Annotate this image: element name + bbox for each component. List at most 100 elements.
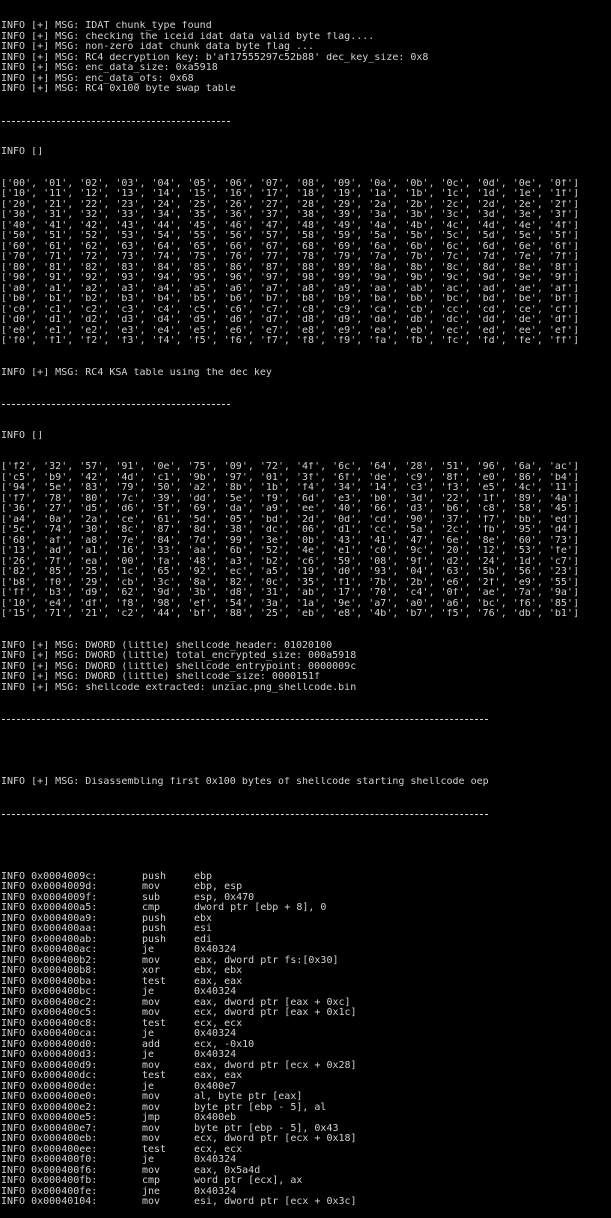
instruction-operands: 0x40324 [194,1049,237,1060]
log-line: INFO [+] MSG: DWORD (little) total_encry… [1,651,357,661]
rc4-swap-table: ['00', '01', '02', '03', '04', '05', '06… [1,179,611,347]
table-row: ['10', 'e4', 'df', 'f8', '98', 'ef', '54… [1,598,579,609]
instruction-address: INFO 0x000400b2: [1,954,98,966]
instruction-address: INFO 0x000400ba: [1,975,98,987]
instruction-mnemonic: je [142,1049,155,1060]
instruction-mnemonic: jmp [142,1112,161,1123]
instruction-mnemonic: push [142,912,167,924]
instruction-address: INFO 0x000400fb: [1,1175,98,1186]
instruction-address: INFO 0x000400e5: [1,1112,98,1123]
instruction-address: INFO 0x000400a9: [1,912,98,924]
instruction-mnemonic: je [142,1028,155,1039]
table-row: ['94', '5e', '83', '79', '50', 'a2', '8b… [1,483,579,493]
instruction-operands: word ptr [ecx], ax [194,1175,303,1186]
disassembly-row: INFO 0x0004009c: push ebp [1,870,611,883]
instruction-mnemonic: mov [142,881,161,892]
log-line: INFO [+] MSG: IDAT chunk_type found [1,21,212,31]
table-row: ['36', '27', 'd5', 'd6', '5f', '69', 'da… [1,504,579,514]
table-row: ['5c', '74', '30', '8c', '87', '8d', '38… [1,525,579,535]
disassembly-row: INFO 0x000400b8: xor ebx, ebx [1,965,611,977]
ksa-message: INFO [+] MSG: RC4 KSA table using the de… [1,367,272,378]
disassembly-row: INFO 0x000400d0: add ecx, -0x10 [1,1038,611,1051]
instruction-operands: edi [194,933,213,945]
table-row: ['68', 'af', 'a8', '7e', '84', '7d', '99… [1,535,579,546]
instruction-address: INFO 0x000400bc: [1,986,98,997]
instruction-address: INFO 0x000400c8: [1,1017,98,1029]
log-header-section: INFO [+] MSG: IDAT chunk_type found INFO … [1,21,611,95]
instruction-address: INFO 0x000400d3: [1,1049,98,1060]
table-row: ['80', '81', '82', '83', '84', '85', '86… [1,262,579,273]
disassembly-row: INFO 0x00040104: mov esi, dword ptr [ecx +… [1,1196,611,1208]
separator-line [1,809,611,820]
table-row: ['90', '91', '92', '93', '94', '95', '96… [1,273,579,283]
instruction-address: INFO 0x000400eb: [1,1133,98,1144]
table-row: ['30', '31', '32', '33', '34', '35', '36… [1,210,579,220]
instruction-mnemonic: mov [142,1101,161,1113]
instruction-operands: dword ptr [ebp + 8], 0 [194,902,327,913]
instruction-operands: eax, eax [194,1070,243,1081]
instruction-mnemonic: test [142,1143,167,1155]
table-row: ['10', '11', '12', '13', '14', '15', '16… [1,189,579,199]
table-row: ['b0', 'b1', 'b2', 'b3', 'b4', 'b5', 'b6… [1,294,579,304]
instruction-address: INFO 0x000400c2: [1,996,98,1008]
instruction-operands: ecx, dword ptr [ecx + 0x18] [194,1133,357,1144]
instruction-address: INFO 0x000400d0: [1,1038,98,1050]
table-row: ['15', '71', '21', 'c2', '44', 'bf', '88… [1,609,579,619]
instruction-operands: byte ptr [ebp - 5], 0x43 [194,1122,339,1134]
disassembly-row: INFO 0x000400f6: mov eax, 0x5a4d [1,1164,611,1177]
instruction-operands: eax, dword ptr [eax + 0xc] [194,996,351,1008]
instruction-address: INFO 0x000400e2: [1,1101,98,1113]
disassembly-row: INFO 0x000400bc: je 0x40324 [1,986,611,998]
disassembly-row: INFO 0x000400fe: jne 0x40324 [1,1185,611,1198]
disassembly-row: INFO 0x000400e0: mov al, byte ptr [eax] [1,1091,611,1103]
disassembly-row: INFO 0x000400c8: test ecx, ecx [1,1017,611,1030]
disassembly-row: INFO 0x000400ba: test eax, eax [1,975,611,988]
instruction-address: INFO 0x0004009c: [1,870,98,882]
instruction-operands: ecx, dword ptr [eax + 0x1c] [194,1007,357,1018]
instruction-mnemonic: add [142,1038,161,1050]
dword-log-section: INFO [+] MSG: DWORD (little) shellcode_h… [1,641,611,694]
instruction-mnemonic: mov [142,996,161,1008]
instruction-operands: eax, dword ptr [ecx + 0x28] [194,1059,357,1071]
instruction-mnemonic: mov [142,1133,161,1144]
disassembly-row: INFO 0x000400e2: mov byte ptr [ebp - 5], a… [1,1101,611,1114]
table-row: ['f0', 'f1', 'f2', 'f3', 'f4', 'f5', 'f6… [1,336,579,346]
instruction-address: INFO 0x000400b8: [1,965,98,976]
instruction-mnemonic: mov [142,1007,161,1018]
instruction-address: INFO 0x000400dc: [1,1070,98,1081]
disassembly-row: INFO 0x000400f0: je 0x40324 [1,1154,611,1166]
table-row: ['82', '85', '25', '1c', '65', '92', 'ec… [1,567,579,577]
disassembly-row: INFO 0x000400ab: push edi [1,933,611,946]
instruction-mnemonic: mov [142,954,161,966]
instruction-operands: 0x40324 [194,1185,237,1197]
instruction-mnemonic: mov [142,1122,161,1134]
instruction-mnemonic: mov [142,1164,161,1176]
terminal-output: INFO [+] MSG: IDAT chunk_type found INFO … [0,0,611,1218]
table-row: ['70', '71', '72', '73', '74', '75', '76… [1,252,579,262]
instruction-address: INFO 0x000400aa: [1,923,98,934]
table-row: ['60', '61', '62', '63', '64', '65', '66… [1,241,579,252]
instruction-address: INFO 0x000400ab: [1,933,98,945]
table-row: ['a0', 'a1', 'a2', 'a3', 'a4', 'a5', 'a6… [1,283,579,294]
instruction-address: INFO 0x0004009f: [1,891,98,903]
instruction-mnemonic: jne [142,1185,161,1197]
table-row: ['d0', 'd1', 'd2', 'd3', 'd4', 'd5', 'd6… [1,315,579,325]
table-row: ['a4', '0a', '2a', 'ce', '61', '5d', '05… [1,514,579,525]
rc4-ksa-table: ['f2', '32', '57', '91', '0e', '75', '09… [1,462,611,620]
disassembly-row: INFO 0x000400e7: mov byte ptr [ebp - 5], 0… [1,1122,611,1135]
log-line: INFO [+] MSG: enc_data_ofs: 0x68 [1,73,194,84]
instruction-address: INFO 0x000400ac: [1,944,98,955]
instruction-mnemonic: je [142,1154,155,1165]
instruction-address: INFO 0x000400f6: [1,1164,98,1176]
disassembly-row: INFO 0x000400a5: cmp dword ptr [ebp + 8], … [1,902,611,914]
disassembly-row: INFO 0x000400d9: mov eax, dword ptr [ecx +… [1,1059,611,1072]
instruction-operands: esi, dword ptr [ecx + 0x3c] [194,1196,357,1207]
table-row: ['e0', 'e1', 'e2', 'e3', 'e4', 'e5', 'e6… [1,325,579,336]
instruction-mnemonic: sub [142,891,161,903]
instruction-operands: ebx, ebx [194,965,243,976]
disassembly-row: INFO 0x0004009f: sub esp, 0x470 [1,891,611,904]
instruction-operands: ebp [194,870,213,882]
disassembly-row: INFO 0x000400c5: mov ecx, dword ptr [eax +… [1,1007,611,1019]
instruction-address: INFO 0x000400e7: [1,1122,98,1134]
